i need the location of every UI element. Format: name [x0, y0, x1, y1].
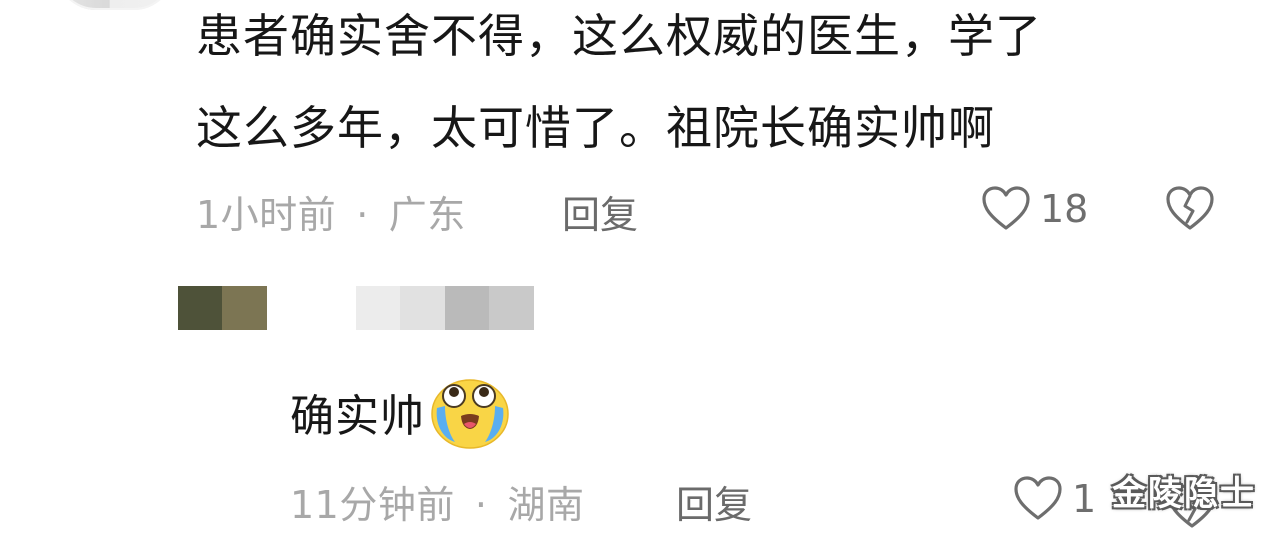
comment-meta: 1小时前 · 广东 — [196, 184, 466, 239]
comment-dislike-button[interactable] — [1164, 184, 1216, 238]
reply-like-button[interactable]: 1 — [1012, 474, 1096, 524]
reply-like-count: 1 — [1072, 477, 1097, 521]
comment-line-1: 患者确实舍不得，这么权威的医生，学了 — [196, 9, 1042, 63]
watermark-text: 金陵隐士 — [1112, 474, 1256, 514]
reply-body: 确实帅 — [290, 372, 511, 452]
heart-icon — [982, 186, 1030, 230]
reply-meta: 11分钟前 · 湖南 — [290, 474, 584, 529]
reply-time: 11分钟前 — [290, 483, 455, 527]
reply-reply-button[interactable]: 回复 — [676, 474, 752, 529]
crying-face-emoji-icon — [431, 379, 509, 449]
reply-text: 确实帅 — [290, 391, 425, 442]
comment-like-button[interactable]: 18 — [980, 184, 1088, 234]
reply-location: 湖南 — [507, 483, 585, 527]
comment-time: 1小时前 — [196, 193, 337, 237]
comment-like-count: 18 — [1040, 187, 1089, 231]
comment-line-2: 这么多年，太可惜了。祖院长确实帅啊 — [196, 101, 995, 155]
meta-separator: · — [474, 483, 488, 527]
heart-icon — [1014, 476, 1062, 520]
meta-separator: · — [356, 193, 369, 237]
comment-location: 广东 — [388, 193, 466, 237]
comment-reply-button[interactable]: 回复 — [562, 184, 638, 239]
commenter-avatar[interactable] — [56, 0, 174, 10]
broken-heart-icon — [1166, 186, 1214, 230]
